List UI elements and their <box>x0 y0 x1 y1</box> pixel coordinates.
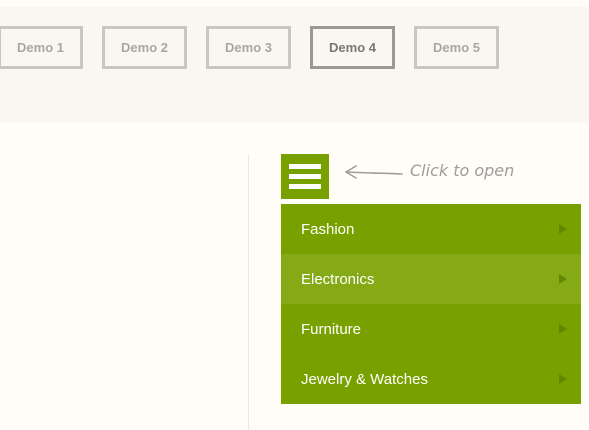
content-divider <box>248 154 249 430</box>
menu-item-jewelry-watches[interactable]: Jewelry & Watches <box>281 354 581 404</box>
chevron-right-icon <box>559 374 567 384</box>
hamburger-icon <box>289 174 321 179</box>
hamburger-icon <box>289 184 321 189</box>
click-to-open-annotation: Click to open <box>344 160 534 188</box>
chevron-right-icon <box>559 274 567 284</box>
chevron-right-icon <box>559 324 567 334</box>
menu-item-label: Fashion <box>301 220 355 238</box>
annotation-text: Click to open <box>410 161 515 180</box>
hamburger-icon <box>289 164 321 169</box>
demo-tab-2[interactable]: Demo 2 <box>102 26 187 69</box>
demo-tab-1[interactable]: Demo 1 <box>0 26 83 69</box>
demo-tabs: Demo 1 Demo 2 Demo 3 Demo 4 Demo 5 <box>0 26 499 69</box>
category-menu: Fashion Electronics Furniture Jewelry & … <box>281 204 581 404</box>
menu-item-label: Furniture <box>301 320 362 338</box>
menu-item-electronics[interactable]: Electronics <box>281 254 581 304</box>
menu-item-label: Jewelry & Watches <box>301 370 428 388</box>
demo-tab-4[interactable]: Demo 4 <box>310 26 395 69</box>
menu-item-fashion[interactable]: Fashion <box>281 204 581 254</box>
hamburger-menu-button[interactable] <box>281 154 329 199</box>
menu-item-label: Electronics <box>301 270 375 288</box>
chevron-right-icon <box>559 224 567 234</box>
menu-item-furniture[interactable]: Furniture <box>281 304 581 354</box>
arrow-left-icon <box>345 165 403 179</box>
demo-tab-5[interactable]: Demo 5 <box>414 26 499 69</box>
demo-bar: Demo 1 Demo 2 Demo 3 Demo 4 Demo 5 <box>0 7 589 123</box>
demo-tab-3[interactable]: Demo 3 <box>206 26 291 69</box>
